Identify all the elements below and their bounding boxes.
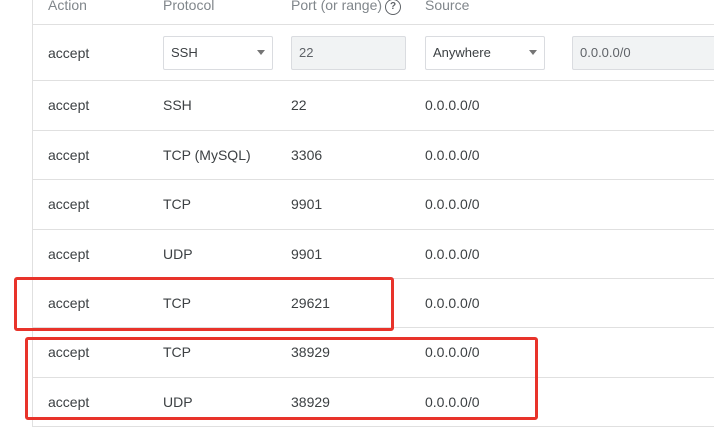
- table-header: Action Protocol Port (or range)? Source: [33, 0, 714, 25]
- rule-action: accept: [48, 245, 90, 262]
- chevron-down-icon: [257, 50, 265, 55]
- rule-port: 9901: [291, 196, 323, 212]
- protocol-select-value: SSH: [171, 45, 198, 60]
- source-select[interactable]: Anywhere: [425, 35, 545, 70]
- rule-protocol: UDP: [163, 245, 193, 262]
- edit-rule-row: accept SSH 22 Anywhere 0.0.0.0/0: [33, 25, 714, 81]
- port-input[interactable]: 22: [291, 35, 406, 70]
- cidr-input[interactable]: 0.0.0.0/0: [572, 35, 714, 70]
- protocol-select[interactable]: SSH: [163, 35, 273, 70]
- rule-source: 0.0.0.0/0: [425, 196, 480, 212]
- rule-action: accept: [48, 196, 90, 212]
- rule-action: accept: [48, 146, 90, 163]
- edit-action: accept: [48, 44, 90, 61]
- table-row: accept TCP (MySQL) 3306 0.0.0.0/0: [33, 130, 714, 180]
- rule-source: 0.0.0.0/0: [425, 294, 480, 311]
- rule-port: 3306: [291, 146, 323, 163]
- table-row: accept TCP 9901 0.0.0.0/0: [33, 179, 714, 230]
- rule-protocol: TCP: [163, 196, 191, 212]
- rule-protocol: TCP (MySQL): [163, 146, 251, 163]
- table-row: accept SSH 22 0.0.0.0/0: [33, 80, 714, 131]
- cidr-input-value: 0.0.0.0/0: [580, 45, 631, 60]
- header-port-label: Port (or range): [291, 0, 383, 13]
- rule-source: 0.0.0.0/0: [425, 97, 480, 113]
- rule-port: 9901: [291, 245, 323, 262]
- rule-port: 22: [291, 97, 307, 113]
- source-select-value: Anywhere: [433, 45, 491, 60]
- rule-source: 0.0.0.0/0: [425, 146, 480, 163]
- rule-protocol: SSH: [163, 97, 192, 113]
- header-action: Action: [48, 0, 87, 13]
- port-input-value: 22: [299, 45, 314, 60]
- help-icon[interactable]: ?: [385, 0, 402, 15]
- header-port: Port (or range)?: [291, 0, 402, 15]
- rule-source: 0.0.0.0/0: [425, 245, 480, 262]
- rule-action: accept: [48, 97, 90, 113]
- chevron-down-icon: [529, 50, 537, 55]
- header-source: Source: [425, 0, 470, 13]
- highlight-box: [25, 337, 538, 420]
- header-protocol: Protocol: [163, 0, 215, 13]
- table-row: accept UDP 9901 0.0.0.0/0: [33, 229, 714, 279]
- highlight-box: [14, 277, 394, 331]
